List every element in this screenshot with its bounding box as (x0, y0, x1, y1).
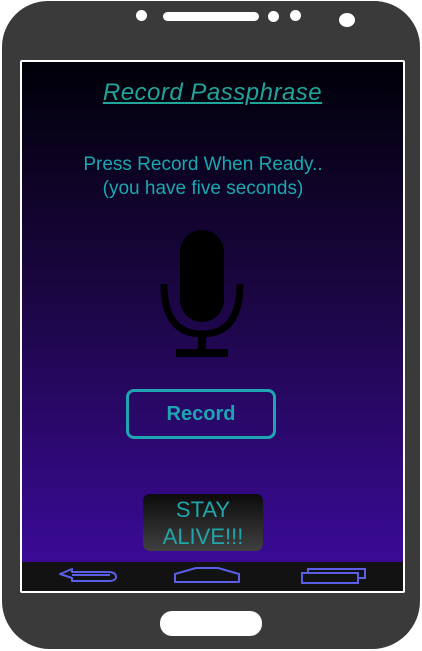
light-sensor (290, 10, 301, 21)
page-title: Record Passphrase (102, 79, 323, 106)
record-button[interactable]: Record (126, 389, 276, 439)
microphone-icon (160, 230, 244, 357)
earpiece-speaker (163, 12, 259, 21)
stay-alive-label-line2: ALIVE!!! (162, 523, 244, 549)
front-sensor (136, 10, 147, 21)
navigation-bar (22, 562, 403, 591)
proximity-sensor (268, 11, 279, 22)
phone-screen: Record Passphrase Press Record When Read… (20, 60, 405, 593)
instruction-text: Press Record When Ready.. (83, 154, 323, 175)
recent-apps-icon[interactable] (299, 565, 369, 585)
home-button[interactable] (160, 611, 262, 636)
home-icon[interactable] (172, 565, 242, 585)
phone-frame: Record Passphrase Press Record When Read… (2, 1, 420, 649)
stay-alive-label-line1: STAY (175, 496, 231, 522)
back-arrow-icon[interactable] (56, 565, 120, 585)
stay-alive-button[interactable]: STAY ALIVE!!! (143, 494, 263, 551)
record-passphrase-view: Record Passphrase Press Record When Read… (22, 62, 403, 562)
front-camera (339, 13, 355, 27)
instruction-subtext: (you have five seconds) (102, 178, 304, 199)
